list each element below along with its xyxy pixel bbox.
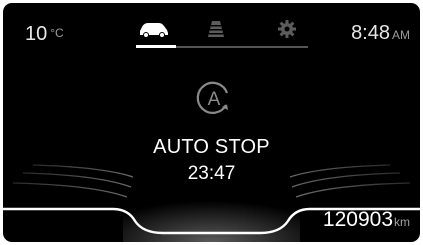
clock-time: 8:48 — [351, 22, 390, 44]
temperature-value: 10 — [25, 23, 48, 45]
car-icon — [140, 23, 168, 38]
display-screen: 10 °C 8:48 AM A AUTO STOP 23:47 120903km — [3, 3, 420, 242]
road-icon — [208, 21, 224, 37]
tab-driving-assist[interactable] — [196, 15, 236, 43]
svg-text:A: A — [208, 89, 221, 110]
clock-period: AM — [392, 28, 410, 42]
temperature-unit: °C — [50, 26, 64, 40]
auto-stop-icon: A — [196, 81, 229, 114]
gear-icon — [278, 20, 296, 38]
clock: 8:48 AM — [351, 22, 410, 46]
odometer-value: 120903 — [322, 208, 393, 231]
status-bar: 10 °C 8:48 AM — [3, 3, 420, 53]
odometer-unit: km — [394, 215, 410, 229]
outside-temperature: 10 °C — [25, 22, 64, 45]
active-tab-indicator — [136, 45, 176, 48]
tab-settings[interactable] — [267, 15, 307, 43]
tab-vehicle[interactable] — [134, 15, 174, 43]
odometer: 120903km — [323, 208, 410, 234]
